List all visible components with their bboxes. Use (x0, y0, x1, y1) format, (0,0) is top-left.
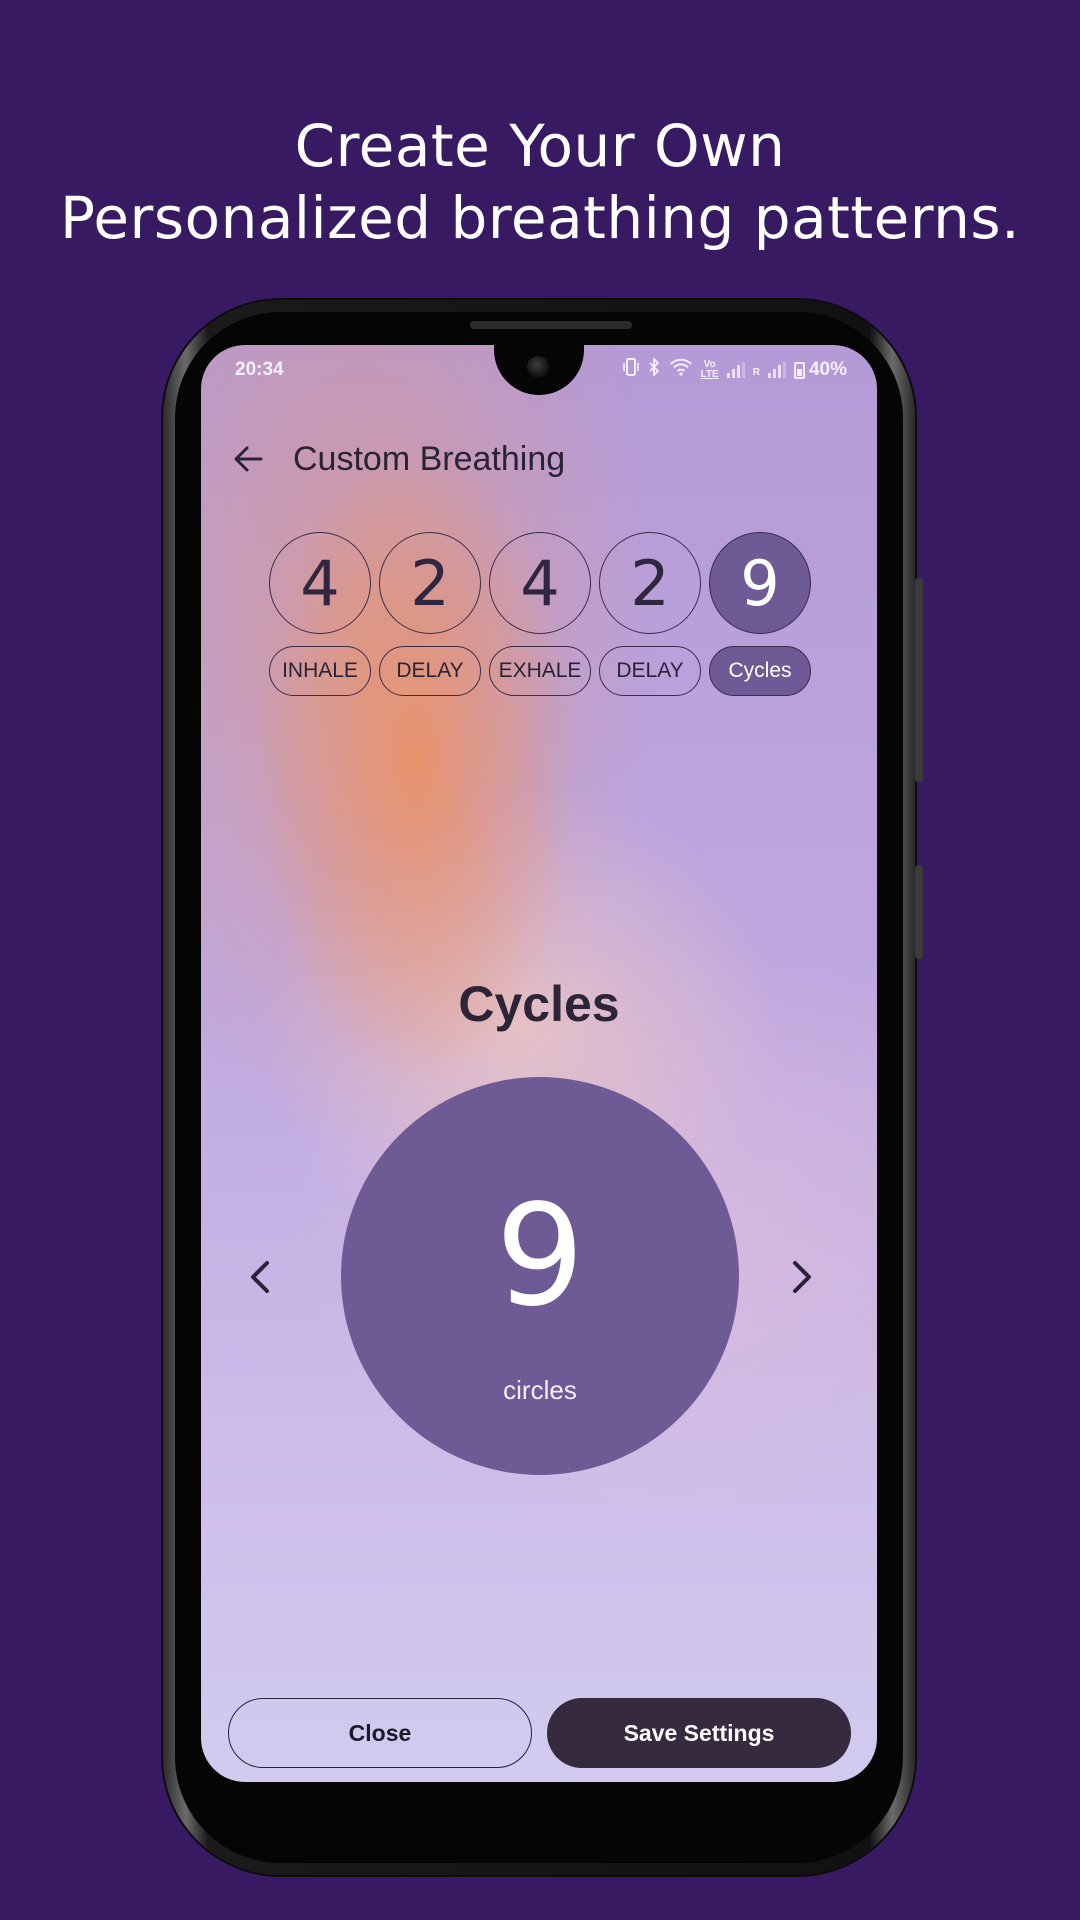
phase-value-cycles[interactable]: 9 (709, 532, 811, 634)
cycles-unit: circles (503, 1375, 577, 1405)
signal-strength-icon-sim2 (767, 362, 786, 378)
volte-indicator: Vo LTE (701, 360, 719, 380)
front-camera (527, 356, 549, 378)
close-button[interactable]: Close (228, 1698, 532, 1768)
phase-value-delay-2[interactable]: 2 (599, 532, 701, 634)
phase-inhale[interactable]: 4 INHALE (269, 532, 373, 696)
lte-label: LTE (700, 369, 719, 380)
battery-percent: 40% (808, 359, 847, 380)
wifi-icon (669, 358, 693, 382)
earpiece-speaker (470, 321, 632, 329)
vibrate-icon (622, 358, 639, 382)
promo-headline-line-2: Personalized breathing patterns. (59, 184, 1021, 252)
save-settings-button[interactable]: Save Settings (547, 1698, 851, 1768)
battery-icon (793, 361, 805, 379)
page-title: Custom Breathing (293, 440, 566, 478)
status-icons: Vo LTE R 40% (622, 356, 847, 383)
decrement-chevron-left-icon[interactable] (241, 1255, 281, 1299)
phase-label-inhale[interactable]: INHALE (269, 646, 371, 696)
phase-cycles[interactable]: 9 Cycles (709, 532, 813, 696)
bluetooth-icon (647, 356, 661, 382)
phase-label-exhale[interactable]: EXHALE (489, 646, 591, 696)
app-screen: 20:34 Vo LTE R 40% Custom Breathing 4 IN… (201, 345, 877, 1782)
phase-label-delay-2[interactable]: DELAY (599, 646, 701, 696)
camera-notch (494, 345, 584, 395)
roaming-label: R (752, 367, 760, 378)
editor-title: Cycles (458, 976, 620, 1032)
phase-label-cycles[interactable]: Cycles (709, 646, 811, 696)
status-time: 20:34 (235, 359, 284, 380)
value-display-circle: 9 circles (341, 1077, 739, 1475)
promo-headline: Create Your Own Personalized breathing p… (0, 110, 1080, 254)
back-arrow-icon[interactable] (231, 442, 265, 476)
phase-value-delay-1[interactable]: 2 (379, 532, 481, 634)
phone-side-button-upper (915, 578, 923, 782)
phase-exhale[interactable]: 4 EXHALE (489, 532, 593, 696)
phase-value-exhale[interactable]: 4 (489, 532, 591, 634)
phase-value-inhale[interactable]: 4 (269, 532, 371, 634)
phone-side-button-lower (915, 865, 923, 959)
phase-label-delay-1[interactable]: DELAY (379, 646, 481, 696)
promo-headline-line-1: Create Your Own (294, 112, 786, 180)
signal-strength-icon-sim1 (726, 362, 745, 378)
phase-delay-after-exhale[interactable]: 2 DELAY (599, 532, 703, 696)
cycles-value: 9 (495, 1175, 585, 1338)
phase-delay-after-inhale[interactable]: 2 DELAY (379, 532, 483, 696)
increment-chevron-right-icon[interactable] (781, 1255, 821, 1299)
